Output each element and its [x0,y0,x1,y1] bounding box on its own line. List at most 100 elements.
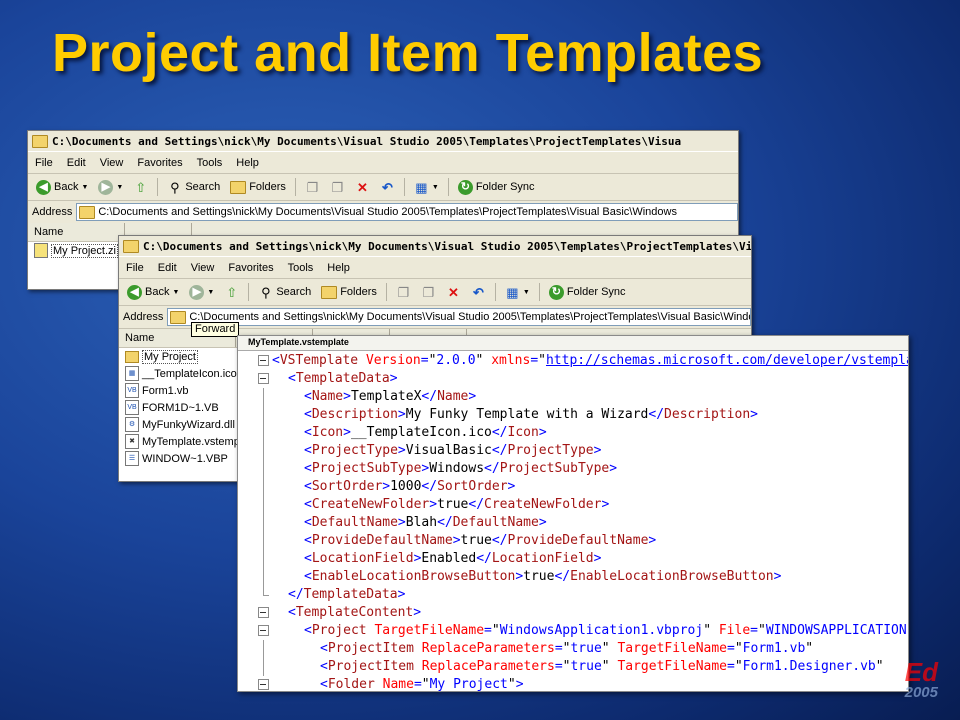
folder-icon [79,205,96,219]
code-line[interactable]: <Folder Name="My Project"> [238,676,908,691]
file-name: My Project [142,349,198,364]
folder-icon [170,310,187,324]
menu-file[interactable]: File [119,262,151,274]
views-button[interactable]: ▦ ▼ [410,180,443,195]
code-line[interactable]: <TemplateData> [238,370,908,388]
undo-button[interactable]: ↶ [376,180,399,195]
folder-icon [123,239,139,253]
xml-editor-window[interactable]: MyTemplate.vstemplate <VSTemplate Versio… [237,335,909,692]
code-text: <Project TargetFileName="WindowsApplicat… [304,623,908,638]
outline-guide [258,514,269,532]
search-button[interactable]: ⚲ Search [254,285,315,300]
code-line[interactable]: <SortOrder>1000</SortOrder> [238,478,908,496]
folders-button[interactable]: Folders [226,180,290,194]
code-line[interactable]: <Description>My Funky Template with a Wi… [238,406,908,424]
outline-guide [258,550,269,568]
code-line[interactable]: <ProjectItem ReplaceParameters="true" Ta… [238,658,908,676]
code-line[interactable]: </TemplateData> [238,586,908,604]
collapse-toggle-icon[interactable] [258,352,269,370]
code-line[interactable]: <LocationField>Enabled</LocationField> [238,550,908,568]
code-line[interactable]: <EnableLocationBrowseButton>true</Enable… [238,568,908,586]
folder-sync-button[interactable]: ↻ Folder Sync [545,284,630,300]
menu-file[interactable]: File [28,157,60,169]
forward-button[interactable]: ▶ ▼ [94,179,127,195]
folder-sync-button[interactable]: ↻ Folder Sync [454,179,539,195]
code-text: <CreateNewFolder>true</CreateNewFolder> [304,497,610,512]
copy-to-button[interactable]: ❐ [326,180,349,195]
delete-button[interactable]: ✕ [442,285,465,300]
collapse-toggle-icon[interactable] [258,622,269,640]
address-bar: Address C:\Documents and Settings\nick\M… [28,201,738,224]
dropdown-arrow-icon: ▼ [116,183,124,191]
code-line[interactable]: <ProjectItem ReplaceParameters="true" Ta… [238,640,908,658]
code-text: <ProvideDefaultName>true</ProvideDefault… [304,533,657,548]
copy-to-button[interactable]: ❐ [417,285,440,300]
code-line[interactable]: <CreateNewFolder>true</CreateNewFolder> [238,496,908,514]
code-line[interactable]: <ProjectSubType>Windows</ProjectSubType> [238,460,908,478]
back-arrow-icon: ◀ [127,284,142,300]
up-folder-icon: ⇧ [226,284,238,300]
code-text: <TemplateContent> [288,605,422,620]
file-name: MyTemplate.vstemp [142,435,240,448]
menu-view[interactable]: View [184,262,222,274]
code-text: <DefaultName>Blah</DefaultName> [304,515,547,530]
code-line[interactable]: <ProvideDefaultName>true</ProvideDefault… [238,532,908,550]
column-name[interactable]: Name [28,223,125,241]
folders-button[interactable]: Folders [317,285,381,299]
move-to-icon: ❐ [397,284,410,300]
menu-tools[interactable]: Tools [190,157,230,169]
window-titlebar[interactable]: C:\Documents and Settings\nick\My Docume… [28,131,738,151]
forward-button[interactable]: ▶ ▼ [185,284,218,300]
back-button[interactable]: ◀ Back ▼ [123,284,183,300]
copy-to-icon: ❐ [422,284,435,300]
move-to-button[interactable]: ❐ [301,180,324,195]
code-line[interactable]: <DefaultName>Blah</DefaultName> [238,514,908,532]
delete-button[interactable]: ✕ [351,180,374,195]
code-line[interactable]: <ProjectType>VisualBasic</ProjectType> [238,442,908,460]
code-text: <VSTemplate Version="2.0.0" xmlns="http:… [272,353,909,368]
menu-view[interactable]: View [93,157,131,169]
menu-favorites[interactable]: Favorites [130,157,189,169]
vb-file-icon: VB [125,383,139,398]
folders-icon [230,180,247,194]
menu-edit[interactable]: Edit [151,262,184,274]
code-text: <Description>My Funky Template with a Wi… [304,407,758,422]
address-input[interactable]: C:\Documents and Settings\nick\My Docume… [76,203,738,221]
outline-guide [258,406,269,424]
collapse-toggle-icon[interactable] [258,676,269,691]
undo-button[interactable]: ↶ [467,285,490,300]
collapse-toggle-icon[interactable] [258,370,269,388]
up-folder-button[interactable]: ⇧ [220,285,243,300]
delete-icon: ✕ [447,284,459,300]
back-button[interactable]: ◀ Back ▼ [32,179,92,195]
window-titlebar[interactable]: C:\Documents and Settings\nick\My Docume… [119,236,751,256]
address-input[interactable]: C:\Documents and Settings\nick\My Docume… [167,308,751,326]
search-label: Search [185,181,221,193]
menu-favorites[interactable]: Favorites [221,262,280,274]
code-line[interactable]: <VSTemplate Version="2.0.0" xmlns="http:… [238,352,908,370]
toolbar: ◀ Back ▼ ▶ ▼ ⇧ ⚲ Search Folders ❐ ❐ ✕ ↶ ▦ ▼ ↻… [28,174,738,201]
toolbar-separator [248,283,250,301]
collapse-toggle-icon[interactable] [258,604,269,622]
code-line[interactable]: <Icon>__TemplateIcon.ico</Icon> [238,424,908,442]
code-line[interactable]: <TemplateContent> [238,604,908,622]
menu-tools[interactable]: Tools [281,262,321,274]
search-button[interactable]: ⚲ Search [163,180,224,195]
menu-help[interactable]: Help [229,157,266,169]
menu-edit[interactable]: Edit [60,157,93,169]
up-folder-button[interactable]: ⇧ [129,180,152,195]
search-icon: ⚲ [261,284,271,300]
code-area[interactable]: <VSTemplate Version="2.0.0" xmlns="http:… [238,352,908,691]
outline-guide [258,640,269,658]
dll-file-icon: ⚙ [125,417,139,432]
views-button[interactable]: ▦ ▼ [501,285,534,300]
move-to-button[interactable]: ❐ [392,285,415,300]
toolbar-separator [538,283,540,301]
code-text: <Name>TemplateX</Name> [304,389,477,404]
editor-tab[interactable]: MyTemplate.vstemplate [238,336,908,351]
menu-help[interactable]: Help [320,262,357,274]
code-text: <LocationField>Enabled</LocationField> [304,551,602,566]
code-line[interactable]: <Project TargetFileName="WindowsApplicat… [238,622,908,640]
file-name: FORM1D~1.VB [142,401,219,414]
code-line[interactable]: <Name>TemplateX</Name> [238,388,908,406]
